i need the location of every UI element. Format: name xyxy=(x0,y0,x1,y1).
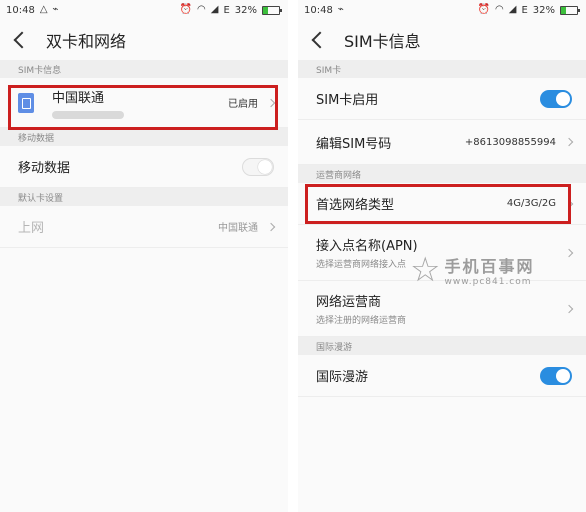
section-header-sim-info: SIM卡信息 xyxy=(0,60,288,78)
battery-level xyxy=(561,6,567,14)
sim-enable-toggle[interactable] xyxy=(540,89,572,108)
internet-label: 上网 xyxy=(18,221,45,236)
watermark: ☆ 手机百事网 www.pc841.com xyxy=(410,253,535,287)
status-bar: 10:48 △ ⌁ ⏰ ◠ ◢ E 32% xyxy=(0,0,288,20)
chevron-right-icon xyxy=(266,98,276,107)
wifi-icon: ◠ xyxy=(197,4,206,15)
chevron-right-icon xyxy=(564,199,574,208)
signal-icon: ◢ xyxy=(210,4,219,15)
status-time: 10:48 xyxy=(6,4,35,16)
section-header-mobile-data: 移动数据 xyxy=(0,128,288,146)
sim-card-icon xyxy=(18,92,34,113)
toggle-knob xyxy=(556,91,570,106)
stage: 10:48 △ ⌁ ⏰ ◠ ◢ E 32% 双卡和网络 SIM卡信息 中国联通 xyxy=(0,0,586,512)
section-header-sim: SIM卡 xyxy=(298,60,586,78)
toggle-knob xyxy=(258,159,272,174)
page-title: 双卡和网络 xyxy=(46,32,127,51)
watermark-title: 手机百事网 xyxy=(444,257,535,276)
back-arrow-icon[interactable] xyxy=(13,31,31,49)
network-type: E xyxy=(521,4,528,16)
mobile-data-label: 移动数据 xyxy=(18,161,71,176)
mobile-data-row[interactable]: 移动数据 xyxy=(0,146,288,188)
internet-value: 中国联通 xyxy=(218,223,258,234)
sim-carrier-name: 中国联通 xyxy=(52,90,105,106)
mobile-data-toggle[interactable] xyxy=(242,157,274,176)
star-logo-icon: ☆ xyxy=(410,250,441,290)
preferred-network-row[interactable]: 首选网络类型 4G/3G/2G xyxy=(298,183,586,225)
sim-status: 已启用 xyxy=(228,99,258,110)
alarm-icon: ⏰ xyxy=(477,4,490,15)
sim-enable-label: SIM卡启用 xyxy=(316,93,379,108)
usb-icon: ⌁ xyxy=(337,4,344,15)
battery-level xyxy=(263,6,269,14)
back-arrow-icon[interactable] xyxy=(311,31,329,49)
title-bar: SIM卡信息 xyxy=(298,20,586,60)
preferred-network-label: 首选网络类型 xyxy=(316,198,395,213)
alarm-icon: ⏰ xyxy=(179,4,192,15)
signal-icon: ◢ xyxy=(508,4,517,15)
network-operator-label: 网络运营商 xyxy=(316,295,382,310)
edit-sim-number-label: 编辑SIM号码 xyxy=(316,136,392,152)
network-type: E xyxy=(223,4,230,16)
wifi-icon: ◠ xyxy=(495,4,504,15)
apn-label: 接入点名称(APN) xyxy=(316,239,418,254)
battery-icon xyxy=(560,5,580,15)
notification-icon: △ xyxy=(39,4,48,15)
battery-text: 32% xyxy=(234,4,257,16)
chevron-right-icon xyxy=(266,222,276,231)
left-screen: 10:48 △ ⌁ ⏰ ◠ ◢ E 32% 双卡和网络 SIM卡信息 中国联通 xyxy=(0,0,288,512)
toggle-knob xyxy=(556,368,570,383)
network-operator-subtitle: 选择注册的网络运营商 xyxy=(316,316,407,326)
status-time: 10:48 xyxy=(304,4,333,16)
edit-sim-number-row[interactable]: 编辑SIM号码 +8613098855994 xyxy=(298,120,586,165)
battery-text: 32% xyxy=(532,4,555,16)
usb-icon: ⌁ xyxy=(52,4,59,15)
preferred-network-value: 4G/3G/2G xyxy=(506,198,556,209)
chevron-right-icon xyxy=(564,248,574,257)
section-header-roaming: 国际漫游 xyxy=(298,337,586,355)
watermark-url: www.pc841.com xyxy=(444,277,532,287)
chevron-right-icon xyxy=(564,304,574,313)
apn-subtitle: 选择运营商网络接入点 xyxy=(316,260,407,270)
battery-icon xyxy=(262,5,282,15)
section-header-default-card: 默认卡设置 xyxy=(0,188,288,206)
sim-card-row[interactable]: 中国联通 已启用 xyxy=(0,78,288,128)
roaming-label: 国际漫游 xyxy=(316,370,369,385)
sim-number-value: +8613098855994 xyxy=(464,136,556,148)
sim-enable-row[interactable]: SIM卡启用 xyxy=(298,78,586,120)
page-title: SIM卡信息 xyxy=(344,32,421,51)
roaming-row[interactable]: 国际漫游 xyxy=(298,355,586,397)
internet-row: 上网 中国联通 xyxy=(0,206,288,248)
section-header-carrier-network: 运营商网络 xyxy=(298,165,586,183)
chevron-right-icon xyxy=(564,137,574,147)
network-operator-row[interactable]: 网络运营商 选择注册的网络运营商 xyxy=(298,281,586,337)
sim-number-redacted xyxy=(52,110,124,119)
roaming-toggle[interactable] xyxy=(540,366,572,385)
title-bar: 双卡和网络 xyxy=(0,20,288,60)
status-bar: 10:48 ⌁ ⏰ ◠ ◢ E 32% xyxy=(298,0,586,20)
